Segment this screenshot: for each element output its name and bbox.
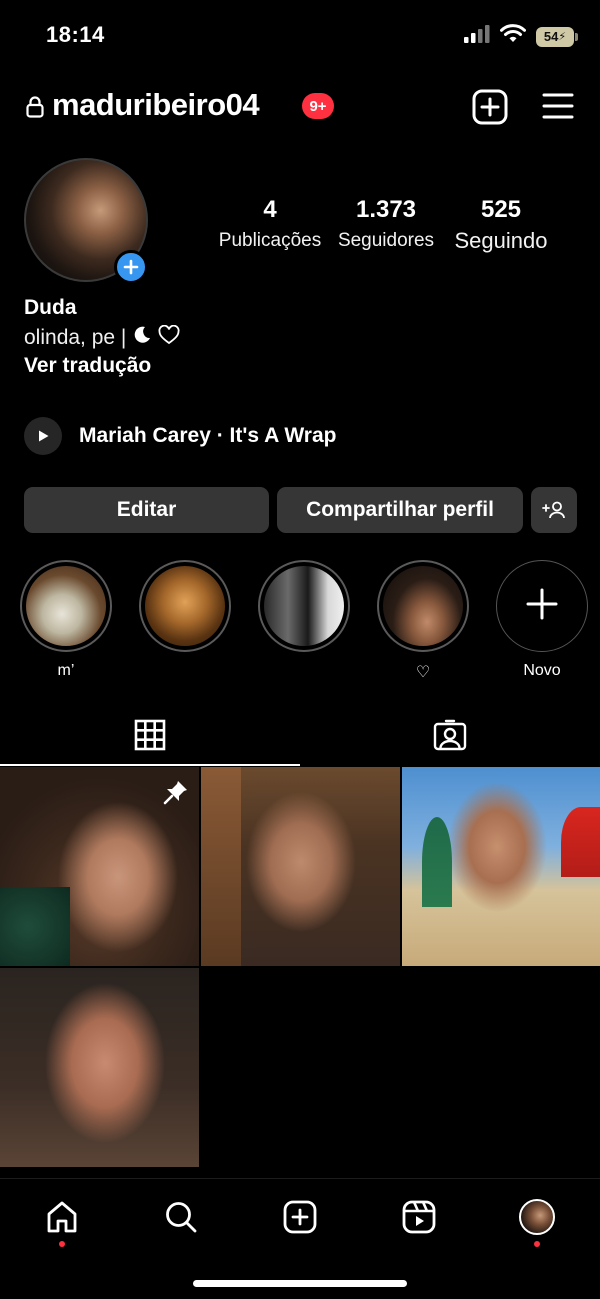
cellular-signal-icon xyxy=(464,25,490,48)
story-highlight[interactable] xyxy=(139,560,231,682)
stat-posts-label: Publicações xyxy=(218,230,322,251)
bio-text: olinda, pe | xyxy=(24,326,127,349)
plus-square-icon[interactable] xyxy=(472,89,508,130)
profile-notification-dot xyxy=(534,1241,540,1247)
lock-icon xyxy=(26,96,44,123)
grid-icon xyxy=(134,719,166,764)
create-icon[interactable] xyxy=(280,1197,320,1237)
wifi-icon xyxy=(500,24,526,49)
home-notification-dot xyxy=(59,1241,65,1247)
highlight-cover xyxy=(145,566,225,646)
reels-icon[interactable] xyxy=(399,1197,439,1237)
profile-music[interactable]: Mariah Carey · It's A Wrap xyxy=(24,417,336,455)
post-thumbnail[interactable] xyxy=(201,767,400,966)
heart-icon xyxy=(158,324,180,351)
profile-tab[interactable] xyxy=(517,1197,557,1237)
highlight-ring xyxy=(258,560,350,652)
search-icon[interactable] xyxy=(161,1197,201,1237)
add-person-icon[interactable] xyxy=(531,487,577,533)
new-highlight-ring xyxy=(496,560,588,652)
battery-level: 54 xyxy=(543,29,559,44)
tab-tagged[interactable] xyxy=(300,710,600,766)
highlight-ring xyxy=(20,560,112,652)
home-icon[interactable] xyxy=(42,1197,82,1237)
highlight-cover xyxy=(383,566,463,646)
stat-posts-value: 4 xyxy=(263,196,277,223)
stat-following[interactable]: 525 Seguindo xyxy=(448,196,554,254)
story-highlight[interactable] xyxy=(258,560,350,682)
stat-posts[interactable]: 4 Publicações xyxy=(216,196,324,252)
edit-profile-button[interactable]: Editar xyxy=(24,487,269,533)
profile-tabs xyxy=(0,710,600,766)
username-switcher[interactable]: maduribeiro04 xyxy=(52,87,260,123)
tab-posts-grid[interactable] xyxy=(0,710,300,766)
highlight-cover xyxy=(264,566,344,646)
stat-followers[interactable]: 1.373 Seguidores xyxy=(332,196,440,252)
highlight-label xyxy=(258,662,350,682)
stat-following-value: 525 xyxy=(480,196,522,223)
highlight-label xyxy=(139,662,231,682)
highlight-ring xyxy=(377,560,469,652)
highlight-cover xyxy=(26,566,106,646)
status-bar: 18:14 54 ⚡ xyxy=(0,0,600,70)
bio: olinda, pe | xyxy=(24,324,180,351)
highlight-label: ♡ xyxy=(415,664,431,681)
post-thumbnail[interactable] xyxy=(0,767,199,966)
status-icons: 54 ⚡ xyxy=(464,24,578,49)
moon-icon xyxy=(132,325,152,351)
plus-icon xyxy=(525,587,559,626)
play-icon[interactable] xyxy=(24,417,62,455)
stat-followers-label: Seguidores xyxy=(337,230,435,251)
notification-badge[interactable]: 9+ xyxy=(302,93,334,119)
pin-icon xyxy=(163,779,189,810)
tagged-icon xyxy=(433,719,467,766)
post-thumbnail[interactable] xyxy=(402,767,600,966)
profile-avatar-small xyxy=(519,1199,555,1235)
new-highlight-button[interactable]: Novo xyxy=(496,560,588,682)
hamburger-icon[interactable] xyxy=(542,92,574,125)
story-highlight[interactable]: m’ xyxy=(20,560,112,682)
highlight-label: Novo xyxy=(523,662,561,679)
stat-followers-value: 1.373 xyxy=(355,196,417,223)
music-title: Mariah Carey · It's A Wrap xyxy=(79,424,337,447)
add-story-icon[interactable] xyxy=(114,250,148,284)
stat-following-label: Seguindo xyxy=(454,228,548,253)
highlight-ring xyxy=(139,560,231,652)
see-translation-link[interactable]: Ver tradução xyxy=(24,354,151,378)
status-time: 18:14 xyxy=(46,22,105,47)
battery-indicator: 54 ⚡ xyxy=(536,26,578,47)
story-highlight[interactable]: ♡ xyxy=(377,560,469,682)
profile-header: maduribeiro04 9+ xyxy=(0,84,600,130)
home-indicator xyxy=(193,1280,407,1287)
display-name: Duda xyxy=(24,296,77,319)
share-profile-button[interactable]: Compartilhar perfil xyxy=(277,487,523,533)
highlight-label: m’ xyxy=(57,662,75,679)
post-thumbnail[interactable] xyxy=(0,968,199,1167)
